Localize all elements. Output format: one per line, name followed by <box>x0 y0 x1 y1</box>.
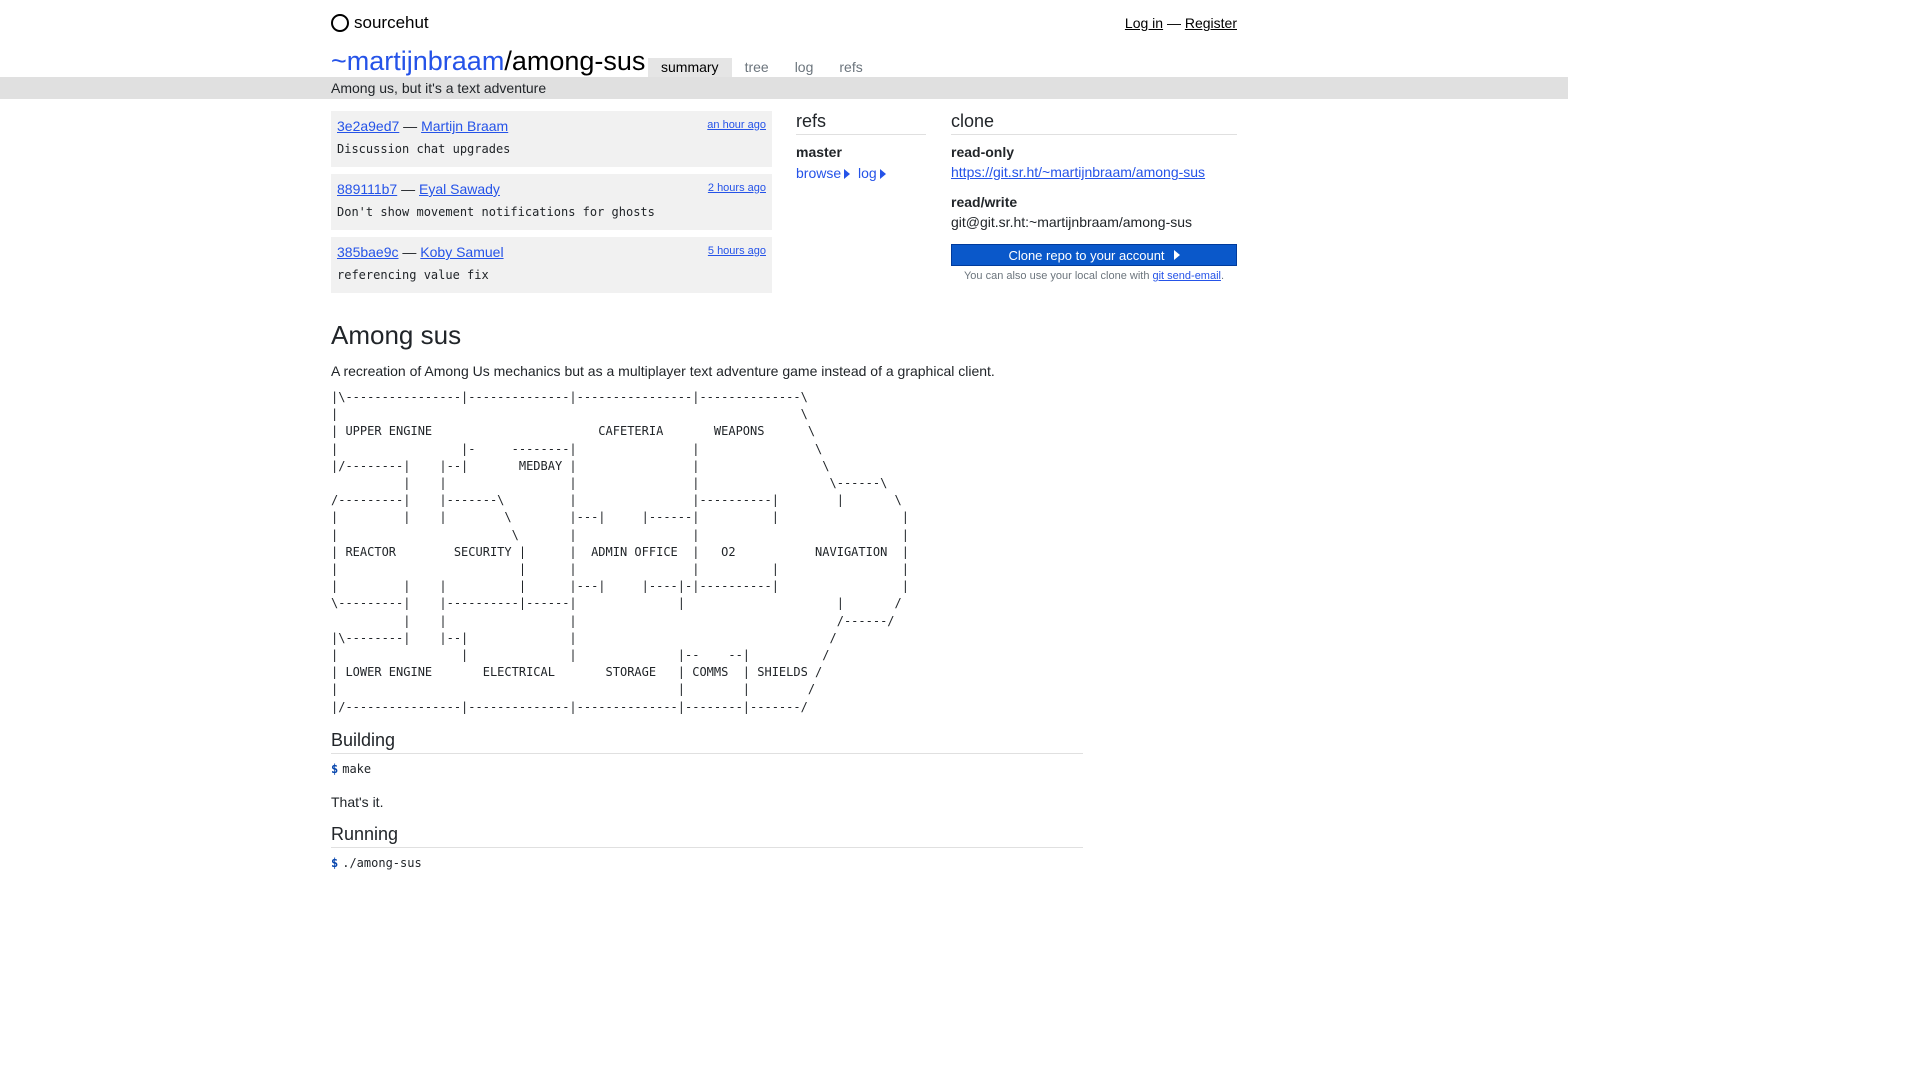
git-send-email-link[interactable]: git send-email <box>1153 270 1221 282</box>
commit-time: an hour ago <box>707 119 766 131</box>
clone-button-label: Clone repo to your account <box>1008 247 1165 263</box>
readwrite-label: read/write <box>951 194 1018 210</box>
readwrite-url: git@git.sr.ht:~martijnbraam/among-sus <box>951 214 1193 230</box>
shell-prompt: $ <box>331 855 339 870</box>
tab-refs[interactable]: refs <box>826 58 875 77</box>
commit-item: 385bae9c — Koby Samuel 5 hours ago refer… <box>331 237 772 293</box>
tab-log[interactable]: log <box>782 58 827 77</box>
readonly-url-link[interactable]: https://git.sr.ht/~martijnbraam/among-su… <box>951 164 1205 180</box>
browse-label: browse <box>796 165 842 181</box>
auth-separator: — <box>1163 15 1185 31</box>
commit-item: 3e2a9ed7 — Martijn Braam an hour ago Dis… <box>331 111 772 167</box>
commit-message: Discussion chat upgrades <box>337 142 511 156</box>
caret-right-icon <box>879 169 886 180</box>
clone-hint: You can also use your local clone with g… <box>951 270 1237 282</box>
commit-message: referencing value fix <box>337 268 489 282</box>
commit-time: 2 hours ago <box>708 182 766 194</box>
refs-panel: refs master browse log <box>796 111 926 181</box>
commit-header: 3e2a9ed7 — Martijn Braam <box>337 118 766 134</box>
commit-hash-link[interactable]: 385bae9c <box>337 244 399 260</box>
browse-link[interactable]: browse <box>796 165 851 181</box>
summary-columns: 3e2a9ed7 — Martijn Braam an hour ago Dis… <box>331 111 1237 311</box>
brand-link[interactable]: sourcehut <box>331 13 429 33</box>
readme-title: Among sus <box>331 320 462 350</box>
build-command-text: make <box>342 761 372 776</box>
commit-hash-link[interactable]: 889111b7 <box>337 181 397 197</box>
readme: Among sus A recreation of Among Us mecha… <box>331 320 1083 870</box>
commit-separator: — <box>399 118 422 134</box>
repo-header: ~martijnbraam/among-sus summary tree log… <box>331 45 1237 77</box>
caret-right-icon <box>844 169 851 180</box>
commit-time-link[interactable]: 2 hours ago <box>708 182 766 194</box>
readme-intro: A recreation of Among Us mechanics but a… <box>331 363 995 379</box>
commit-item: 889111b7 — Eyal Sawady 2 hours ago Don't… <box>331 174 772 230</box>
description-bar: Among us, but it's a text adventure <box>0 77 1568 99</box>
commit-separator: — <box>397 181 419 197</box>
run-command-text: ./among-sus <box>342 855 422 870</box>
commit-list: 3e2a9ed7 — Martijn Braam an hour ago Dis… <box>331 111 772 300</box>
build-command: $ make <box>331 762 1083 776</box>
thats-it-text: That's it. <box>331 793 384 810</box>
branch-name: master <box>796 144 842 160</box>
repo-title: ~martijnbraam/among-sus <box>331 45 645 77</box>
register-link[interactable]: Register <box>1185 15 1237 31</box>
clone-panel: clone read-only https://git.sr.ht/~marti… <box>951 111 1237 282</box>
commit-hash-link[interactable]: 3e2a9ed7 <box>337 118 399 134</box>
ring-logo-icon <box>331 14 349 32</box>
shell-prompt: $ <box>331 761 339 776</box>
commit-time-link[interactable]: an hour ago <box>707 119 766 131</box>
commit-author-link[interactable]: Eyal Sawady <box>419 181 500 197</box>
caret-right-icon <box>1173 250 1180 260</box>
branch-links: browse log <box>796 165 926 181</box>
refs-heading: refs <box>796 111 926 135</box>
readonly-label: read-only <box>951 144 1015 160</box>
tab-tree[interactable]: tree <box>732 58 782 77</box>
commit-header: 889111b7 — Eyal Sawady <box>337 181 766 197</box>
commit-author-link[interactable]: Koby Samuel <box>420 244 503 260</box>
repo-tabs: summary tree log refs <box>648 58 876 77</box>
clone-repo-button[interactable]: Clone repo to your account <box>951 244 1237 266</box>
running-heading: Running <box>331 824 1083 848</box>
auth-links: Log in — Register <box>1125 15 1237 31</box>
readme-wrapper: Among sus A recreation of Among Us mecha… <box>331 320 1237 870</box>
ascii-map: |\----------------|--------------|------… <box>331 390 909 714</box>
repo-slash: / <box>504 46 512 76</box>
run-command: $ ./among-sus <box>331 856 1083 870</box>
login-link[interactable]: Log in <box>1125 15 1163 31</box>
commit-separator: — <box>398 244 421 260</box>
log-link[interactable]: log <box>858 165 886 181</box>
commit-message: Don't show movement notifications for gh… <box>337 205 655 219</box>
repo-name: among-sus <box>511 46 646 76</box>
tab-summary[interactable]: summary <box>648 58 732 77</box>
clone-heading: clone <box>951 111 1237 135</box>
top-nav: sourcehut Log in — Register <box>331 0 1237 45</box>
repo-description: Among us, but it's a text adventure <box>331 80 547 96</box>
commit-header: 385bae9c — Koby Samuel <box>337 244 766 260</box>
building-heading: Building <box>331 730 1083 754</box>
readonly-url: https://git.sr.ht/~martijnbraam/among-su… <box>951 164 1237 180</box>
commit-time-link[interactable]: 5 hours ago <box>708 245 766 257</box>
brand-name: sourcehut <box>354 13 429 32</box>
clone-hint-suffix: . <box>1220 270 1225 282</box>
commit-author-link[interactable]: Martijn Braam <box>421 118 508 134</box>
clone-hint-prefix: You can also use your local clone with <box>963 270 1153 282</box>
commit-time: 5 hours ago <box>708 245 766 257</box>
log-label: log <box>858 165 877 181</box>
repo-owner-link[interactable]: ~martijnbraam <box>331 46 504 76</box>
